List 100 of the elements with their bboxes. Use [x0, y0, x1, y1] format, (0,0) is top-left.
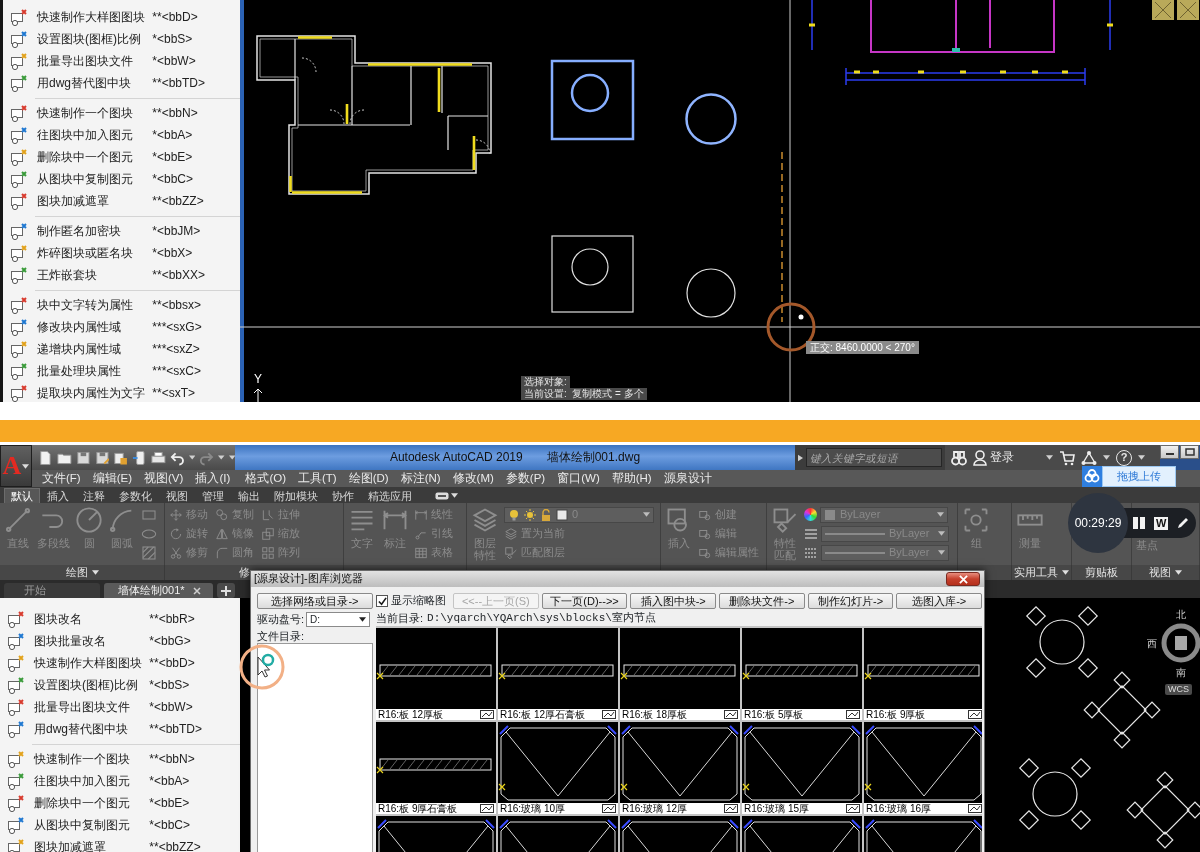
menu-bar-item[interactable]: 窗口(W): [551, 471, 606, 486]
panel-title-button[interactable]: 修: [239, 566, 250, 579]
thumbnail-tile[interactable]: R16:板 9厚板: [864, 628, 982, 720]
menu-item[interactable]: 批量处理块属性 ***<sxC>: [3, 360, 240, 382]
triangle-nodes-icon[interactable]: [1081, 449, 1097, 466]
ribbon-tab[interactable]: 注释: [76, 488, 112, 503]
menu-item[interactable]: 修改块内属性域 ***<sxG>: [3, 316, 240, 338]
menu-item[interactable]: 往图块中加入图元 *<bbA>: [0, 770, 240, 792]
menu-item[interactable]: 炸碎图块或匿名块 *<bbX>: [3, 242, 240, 264]
menu-bar-item[interactable]: 编辑(E): [86, 471, 139, 486]
thumbnail-tile[interactable]: R16:板 12厚板: [376, 628, 496, 720]
drive-select[interactable]: D:: [306, 612, 371, 627]
search-field[interactable]: 键入关键字或短语: [806, 448, 942, 467]
menu-item[interactable]: 往图块中加入图元 *<bbA>: [3, 124, 240, 146]
caret-icon[interactable]: [1103, 455, 1110, 460]
ribbon-tab[interactable]: 参数化: [112, 488, 159, 503]
menu-bar-item[interactable]: 源泉设计: [657, 471, 718, 486]
dialog-button[interactable]: 制作幻灯片->: [807, 593, 894, 609]
glass-panel-drawing[interactable]: [864, 816, 982, 852]
menu-item[interactable]: 删除块中一个图元 *<bbE>: [3, 146, 240, 168]
save-as-icon[interactable]: [94, 449, 110, 466]
menu-bar-item[interactable]: 插入(I): [189, 471, 240, 486]
binoculars-icon[interactable]: [951, 449, 967, 466]
menu-item[interactable]: 用dwg替代图中块 **<bbTD>: [0, 718, 240, 740]
menu-item[interactable]: 从图块中复制图元 *<bbC>: [0, 814, 240, 836]
thumbnail-tile[interactable]: R16:板 9厚石膏板: [376, 722, 496, 814]
menu-item[interactable]: 从图块中复制图元 *<bbC>: [3, 168, 240, 190]
menu-item[interactable]: 快速制作一个图块 **<bbN>: [0, 748, 240, 770]
line-weight-icon[interactable]: [804, 527, 818, 540]
new-tab-button[interactable]: [216, 583, 235, 598]
minimize-button[interactable]: [1160, 445, 1179, 459]
coordinate-system-label[interactable]: WCS: [1165, 684, 1192, 695]
menu-item[interactable]: 快速制作大样图图块 **<bbD>: [0, 652, 240, 674]
menu-item[interactable]: 用dwg替代图中块 **<bbTD>: [3, 72, 240, 94]
menu-item[interactable]: 批量导出图块文件 *<bbW>: [3, 50, 240, 72]
caret-icon[interactable]: [1138, 455, 1145, 460]
menu-item[interactable]: 图块批量改名 *<bbG>: [0, 630, 240, 652]
ribbon-tab[interactable]: 管理: [195, 488, 231, 503]
show-thumbnails-checkbox[interactable]: [376, 595, 388, 607]
menu-item[interactable]: 删除块中一个图元 *<bbE>: [0, 792, 240, 814]
mobile-icon[interactable]: [132, 449, 148, 466]
document-tab[interactable]: 开始: [4, 583, 100, 598]
close-icon[interactable]: [192, 586, 201, 595]
menu-bar-item[interactable]: 标注(N): [394, 471, 447, 486]
menu-item[interactable]: 王炸嵌套块 **<bbXX>: [3, 264, 240, 286]
compass-ring[interactable]: [1161, 623, 1200, 663]
thumbnail-tile[interactable]: R16:板 12厚石膏板: [498, 628, 618, 720]
menu-bar-item[interactable]: 文件(F): [36, 471, 87, 486]
menu-item[interactable]: 快速制作一个图块 **<bbN>: [3, 102, 240, 124]
menu-item[interactable]: 设置图块(图框)比例 *<bbS>: [3, 28, 240, 50]
menu-item[interactable]: 批量导出图块文件 *<bbW>: [0, 696, 240, 718]
menu-item[interactable]: 提取块内属性为文字 **<sxT>: [3, 382, 240, 402]
dialog-button[interactable]: 选图入库->: [896, 593, 983, 609]
dialog-button[interactable]: 插入图中块->: [630, 593, 716, 609]
dialog-button[interactable]: 删除块文件->: [719, 593, 805, 609]
menu-item[interactable]: 图块加减遮罩 **<bbZZ>: [3, 190, 240, 212]
directory-list[interactable]: [257, 643, 373, 852]
menu-item[interactable]: 图块加减遮罩 **<bbZZ>: [0, 836, 240, 852]
glass-panel-drawing[interactable]: [376, 816, 496, 852]
thumbnail-tile[interactable]: R16:玻璃 15厚: [742, 722, 862, 814]
panel-title-button[interactable]: 视图: [1149, 566, 1182, 579]
menu-bar-item[interactable]: 绘图(D): [342, 471, 395, 486]
menu-bar-item[interactable]: 工具(T): [292, 471, 343, 486]
sign-in-button[interactable]: 登录: [973, 449, 1014, 466]
document-tab[interactable]: 墙体绘制001*: [104, 583, 213, 598]
ribbon-tab[interactable]: 插入: [40, 488, 76, 503]
ribbon-tab[interactable]: 附加模块: [267, 488, 325, 503]
menu-bar-item[interactable]: 格式(O): [239, 471, 292, 486]
ribbon-tab[interactable]: 协作: [325, 488, 361, 503]
maximize-button[interactable]: [1180, 445, 1199, 459]
glass-panel-drawing[interactable]: [620, 816, 740, 852]
ribbon-tab[interactable]: 默认: [4, 488, 40, 503]
thumbnail-tile[interactable]: R16:板 5厚板: [742, 628, 862, 720]
panel-title-button[interactable]: 实用工具: [1014, 566, 1069, 579]
menu-item[interactable]: 递增块内属性域 ***<sxZ>: [3, 338, 240, 360]
split-view-icon[interactable]: [1132, 516, 1146, 530]
menu-bar-item[interactable]: 修改(M): [446, 471, 500, 486]
expand-arrow-icon[interactable]: [798, 453, 803, 462]
pencil-icon[interactable]: [1176, 516, 1191, 530]
caret-icon[interactable]: [188, 455, 196, 460]
save-icon[interactable]: [75, 449, 91, 466]
menu-bar-item[interactable]: 帮助(H): [605, 471, 658, 486]
ribbon-tab[interactable]: 输出: [231, 488, 267, 503]
thumbnail-tile[interactable]: R16:玻璃 16厚: [864, 722, 982, 814]
dialog-button[interactable]: 下一页(D)-->>: [541, 593, 628, 609]
ribbon-tab[interactable]: 精选应用: [361, 488, 419, 503]
caret-icon[interactable]: [1046, 455, 1053, 460]
glass-panel-drawing[interactable]: [498, 816, 618, 852]
browse-button[interactable]: 选择网络或目录->: [257, 593, 373, 609]
menu-item[interactable]: 块中文字转为属性 **<bbsx>: [3, 294, 240, 316]
panel-title-button[interactable]: 绘图: [65, 566, 99, 579]
close-button[interactable]: [946, 572, 980, 586]
cart-icon[interactable]: [1059, 449, 1075, 466]
recorder-badge[interactable]: W: [1154, 516, 1169, 530]
menu-bar-item[interactable]: 参数(P): [499, 471, 552, 486]
menu-bar-item[interactable]: 视图(V): [138, 471, 190, 486]
menu-item[interactable]: 制作匿名加密块 *<bbJM>: [3, 220, 240, 242]
thumbnail-tile[interactable]: R16:板 18厚板: [620, 628, 740, 720]
line-weight-icon[interactable]: [804, 546, 818, 559]
menu-item[interactable]: 快速制作大样图图块 **<bbD>: [3, 6, 240, 28]
